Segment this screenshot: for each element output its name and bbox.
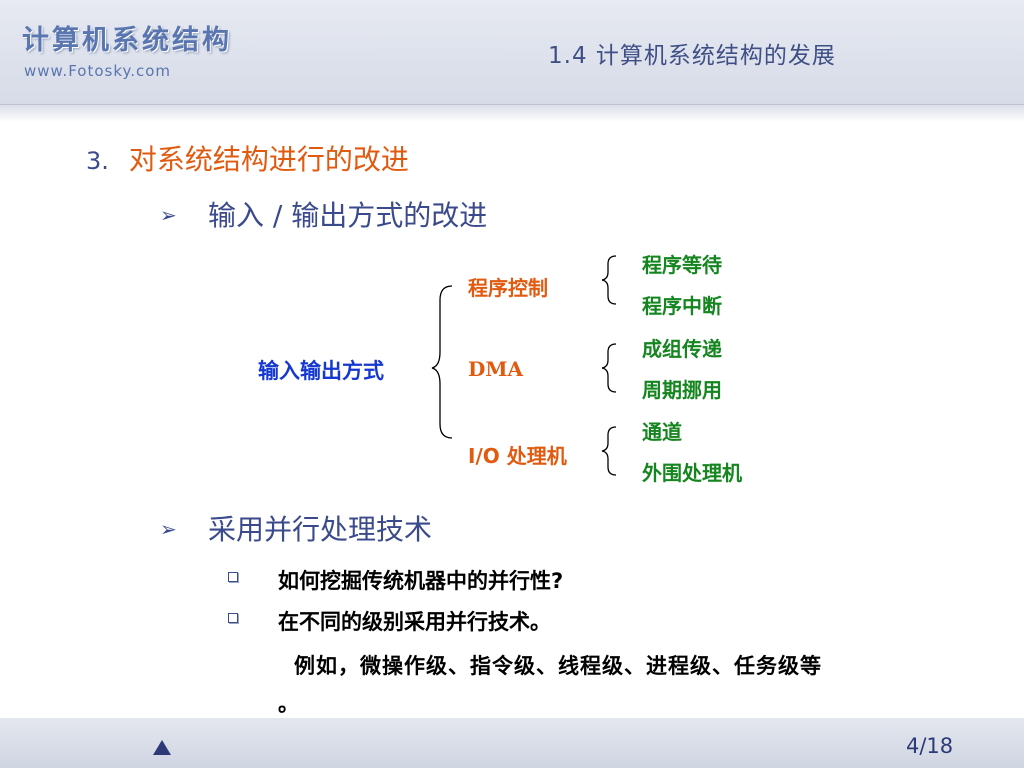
- leaf-peripheral-processor: 外围处理机: [642, 461, 742, 485]
- page-indicator: 4/18: [906, 734, 954, 758]
- bullet-parallel-label: 采用并行处理技术: [208, 513, 433, 546]
- square-bullet-icon: [228, 572, 238, 582]
- example-line-end: 。: [278, 692, 300, 716]
- leaf-program-interrupt: 程序中断: [642, 294, 722, 318]
- brace-iop: [601, 426, 617, 476]
- example-line: 例如，微操作级、指令级、线程级、进程级、任务级等: [294, 654, 822, 678]
- leaf-cycle-stealing: 周期挪用: [642, 378, 722, 402]
- subitem-1-text: 如何挖掘传统机器中的并行性?: [278, 569, 564, 593]
- root-brace: [431, 285, 453, 439]
- branch-io-processor: I/O 处理机: [468, 444, 567, 468]
- leaf-program-wait: 程序等待: [642, 253, 722, 277]
- leaf-block-transfer: 成组传递: [642, 337, 722, 361]
- leaf-channel: 通道: [642, 420, 682, 444]
- branch-dma: DMA: [468, 357, 523, 381]
- diagram-root: 输入输出方式: [258, 359, 384, 383]
- square-bullet-icon: [228, 613, 238, 623]
- brace-dma: [601, 343, 617, 393]
- up-triangle-icon[interactable]: [153, 740, 171, 755]
- subitem-2-text: 在不同的级别采用并行技术。: [278, 610, 551, 634]
- subitem-1: 如何挖掘传统机器中的并行性?: [228, 565, 563, 595]
- branch-program-control: 程序控制: [468, 276, 548, 300]
- bullet-parallel: ➢ 采用并行处理技术: [160, 508, 432, 548]
- subitem-2: 在不同的级别采用并行技术。: [228, 606, 551, 636]
- brace-program: [601, 255, 617, 305]
- arrow-bullet-icon: ➢: [160, 517, 177, 541]
